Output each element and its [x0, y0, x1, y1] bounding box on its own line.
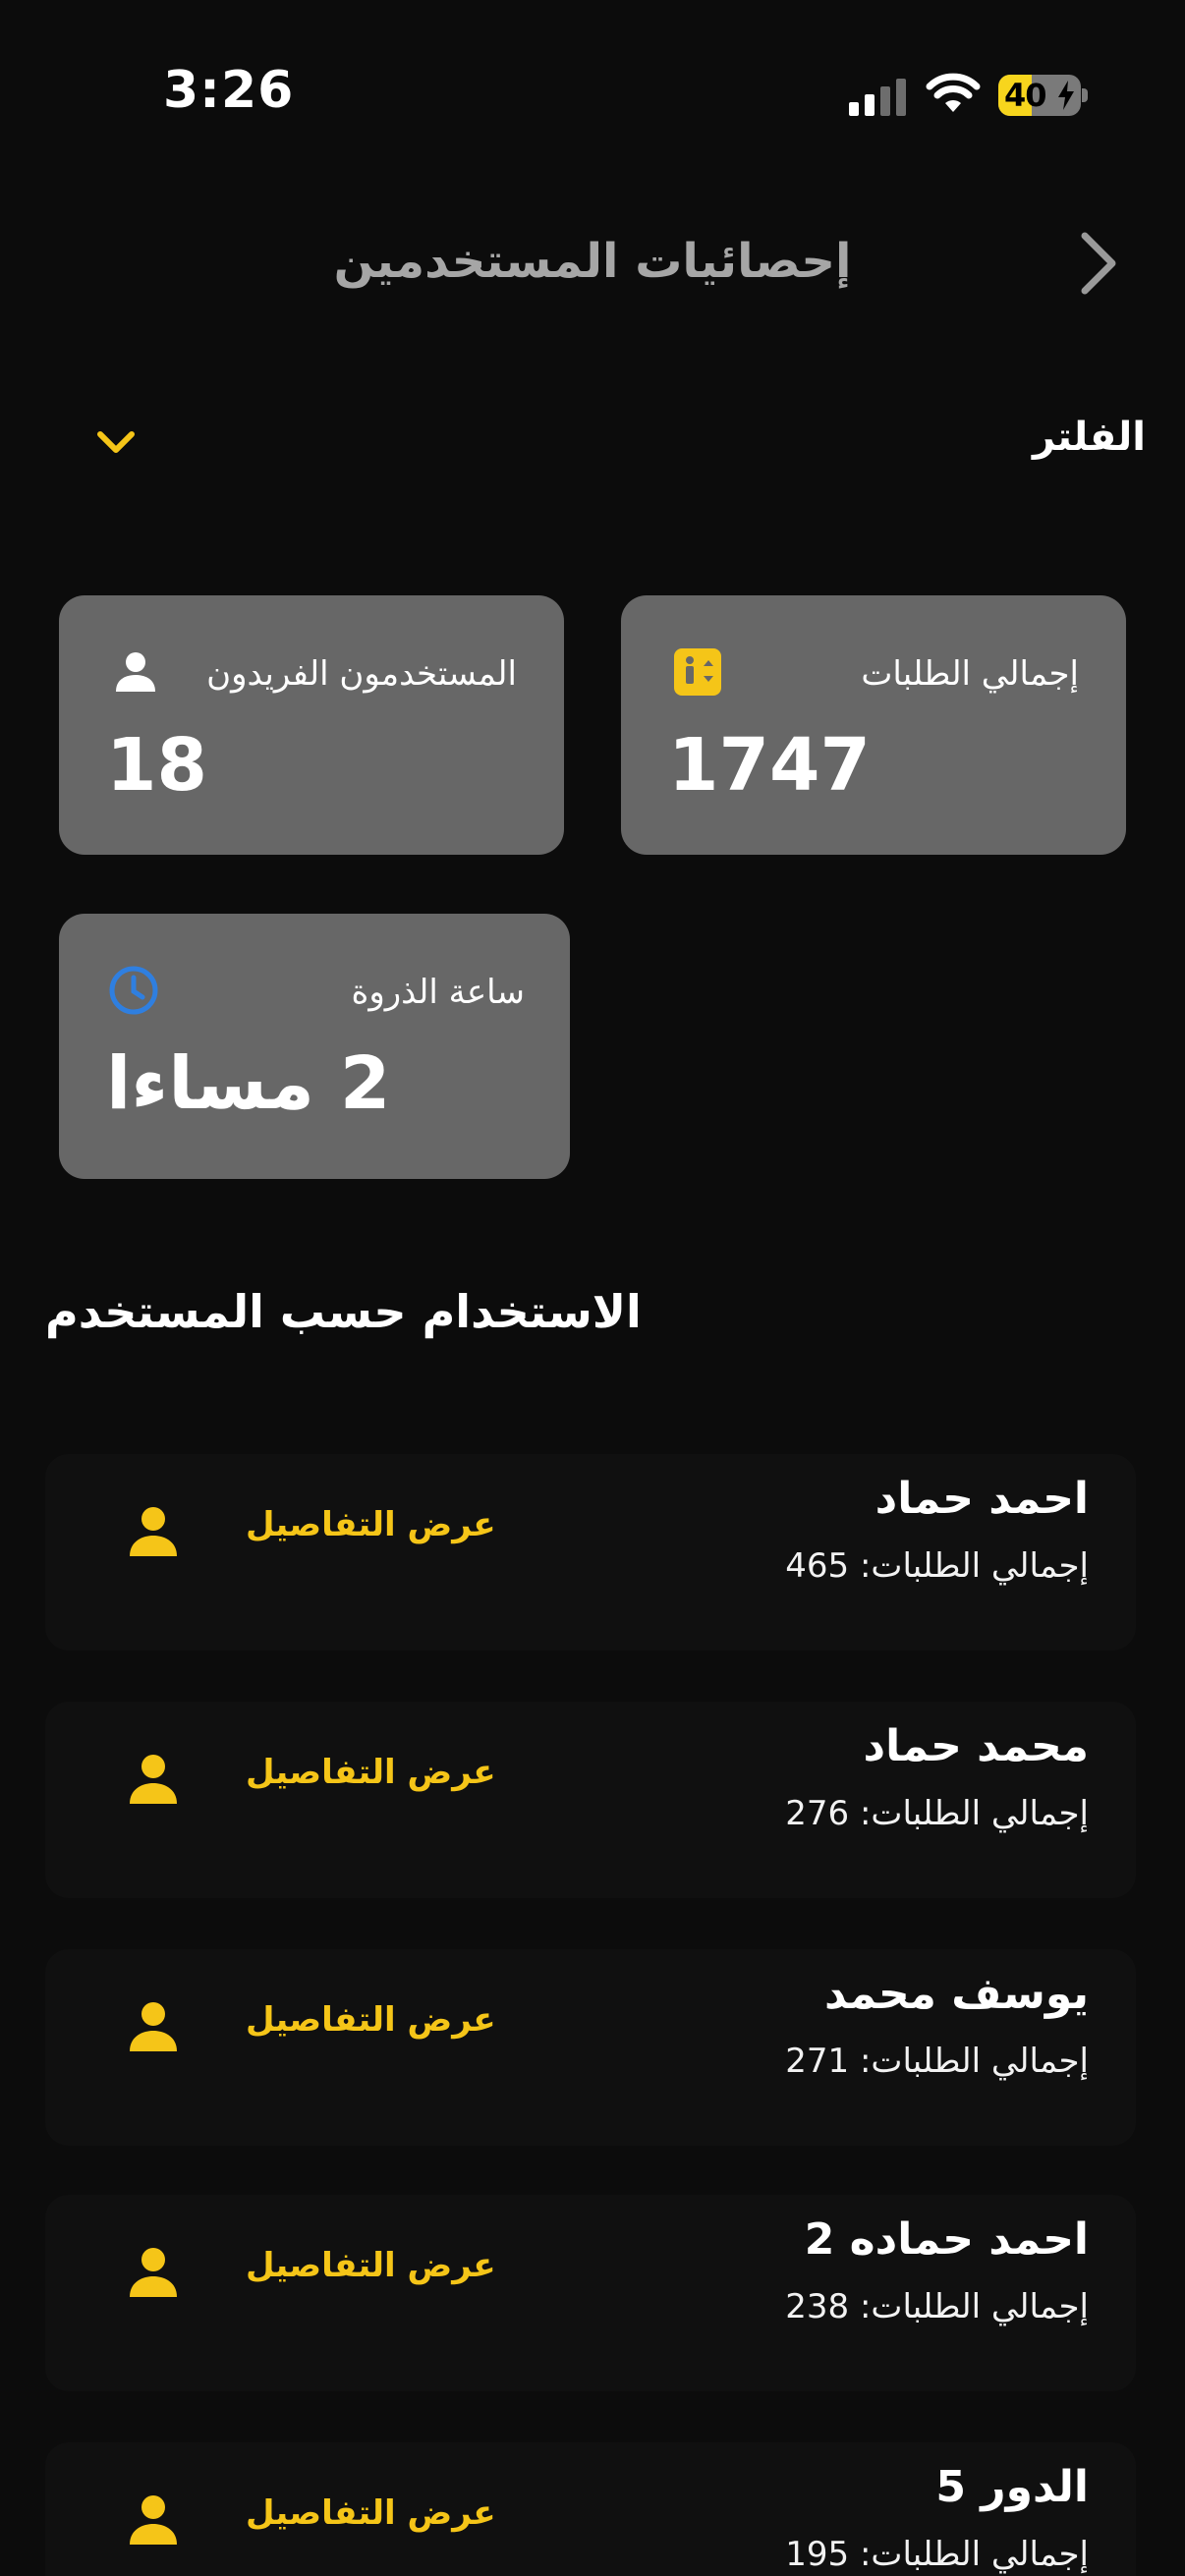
usage-by-user-title: الاستخدام حسب المستخدم [45, 1285, 642, 1338]
user-statistics-screen: 3:26 40 إحصائيات المستخدمين الفلتر إجمال… [0, 0, 1185, 2576]
peak-hour-label: ساعة الذروة [351, 973, 525, 1012]
user-total-requests: إجمالي الطلبات: 465 [785, 1546, 1089, 1586]
peak-hour-value: 2 مساءا [106, 1041, 391, 1126]
view-details-link[interactable]: عرض التفاصيل [246, 1505, 496, 1544]
elevator-icon [674, 648, 721, 696]
clock-icon [109, 966, 158, 1015]
user-total-requests: إجمالي الطلبات: 238 [785, 2287, 1089, 2326]
user-name: احمد حماد [875, 1474, 1089, 1524]
view-details-link[interactable]: عرض التفاصيل [246, 2246, 496, 2285]
user-item: الدور 5 إجمالي الطلبات: 195 عرض التفاصيل [45, 2442, 1136, 2576]
battery-nub [1082, 88, 1088, 102]
user-name: الدور 5 [935, 2462, 1089, 2512]
user-name: محمد حماد [863, 1721, 1090, 1771]
total-requests-value: 1747 [668, 723, 871, 808]
person-icon[interactable] [126, 2492, 181, 2547]
filter-label: الفلتر [1032, 415, 1146, 460]
user-item: احمد حماده 2 إجمالي الطلبات: 238 عرض الت… [45, 2195, 1136, 2391]
user-total-requests: إجمالي الطلبات: 195 [785, 2535, 1089, 2574]
status-time: 3:26 [163, 61, 295, 120]
user-name: احمد حماده 2 [804, 2214, 1089, 2265]
user-item: محمد حماد إجمالي الطلبات: 276 عرض التفاص… [45, 1702, 1136, 1898]
unique-users-value: 18 [106, 723, 207, 808]
person-icon[interactable] [126, 2244, 181, 2299]
person-icon[interactable] [126, 1998, 181, 2053]
view-details-link[interactable]: عرض التفاصيل [246, 1753, 496, 1792]
view-details-link[interactable]: عرض التفاصيل [246, 2000, 496, 2040]
user-item: احمد حماد إجمالي الطلبات: 465 عرض التفاص… [45, 1454, 1136, 1651]
unique-users-label: المستخدمون الفريدون [206, 654, 517, 694]
chevron-down-icon[interactable] [94, 426, 138, 458]
charging-bolt-icon [1058, 81, 1074, 110]
filter-dropdown[interactable]: الفلتر [39, 413, 1146, 472]
user-total-requests: إجمالي الطلبات: 276 [785, 1794, 1089, 1833]
battery-level: 40 [1004, 77, 1047, 114]
view-details-link[interactable]: عرض التفاصيل [246, 2493, 496, 2533]
person-icon[interactable] [126, 1503, 181, 1558]
wifi-icon [926, 73, 981, 112]
user-total-requests: إجمالي الطلبات: 271 [785, 2042, 1089, 2081]
unique-users-card: المستخدمون الفريدون 18 [59, 595, 564, 855]
page-title: إحصائيات المستخدمين [333, 234, 852, 289]
cellular-signal-icon [849, 79, 906, 116]
peak-hour-card: ساعة الذروة 2 مساءا [59, 914, 570, 1179]
user-item: يوسف محمد إجمالي الطلبات: 271 عرض التفاص… [45, 1949, 1136, 2146]
user-name: يوسف محمد [824, 1969, 1089, 2019]
total-requests-label: إجمالي الطلبات [861, 654, 1079, 694]
total-requests-card: إجمالي الطلبات 1747 [621, 595, 1126, 855]
person-icon [116, 652, 155, 692]
person-icon[interactable] [126, 1751, 181, 1806]
battery-indicator: 40 [998, 75, 1081, 116]
